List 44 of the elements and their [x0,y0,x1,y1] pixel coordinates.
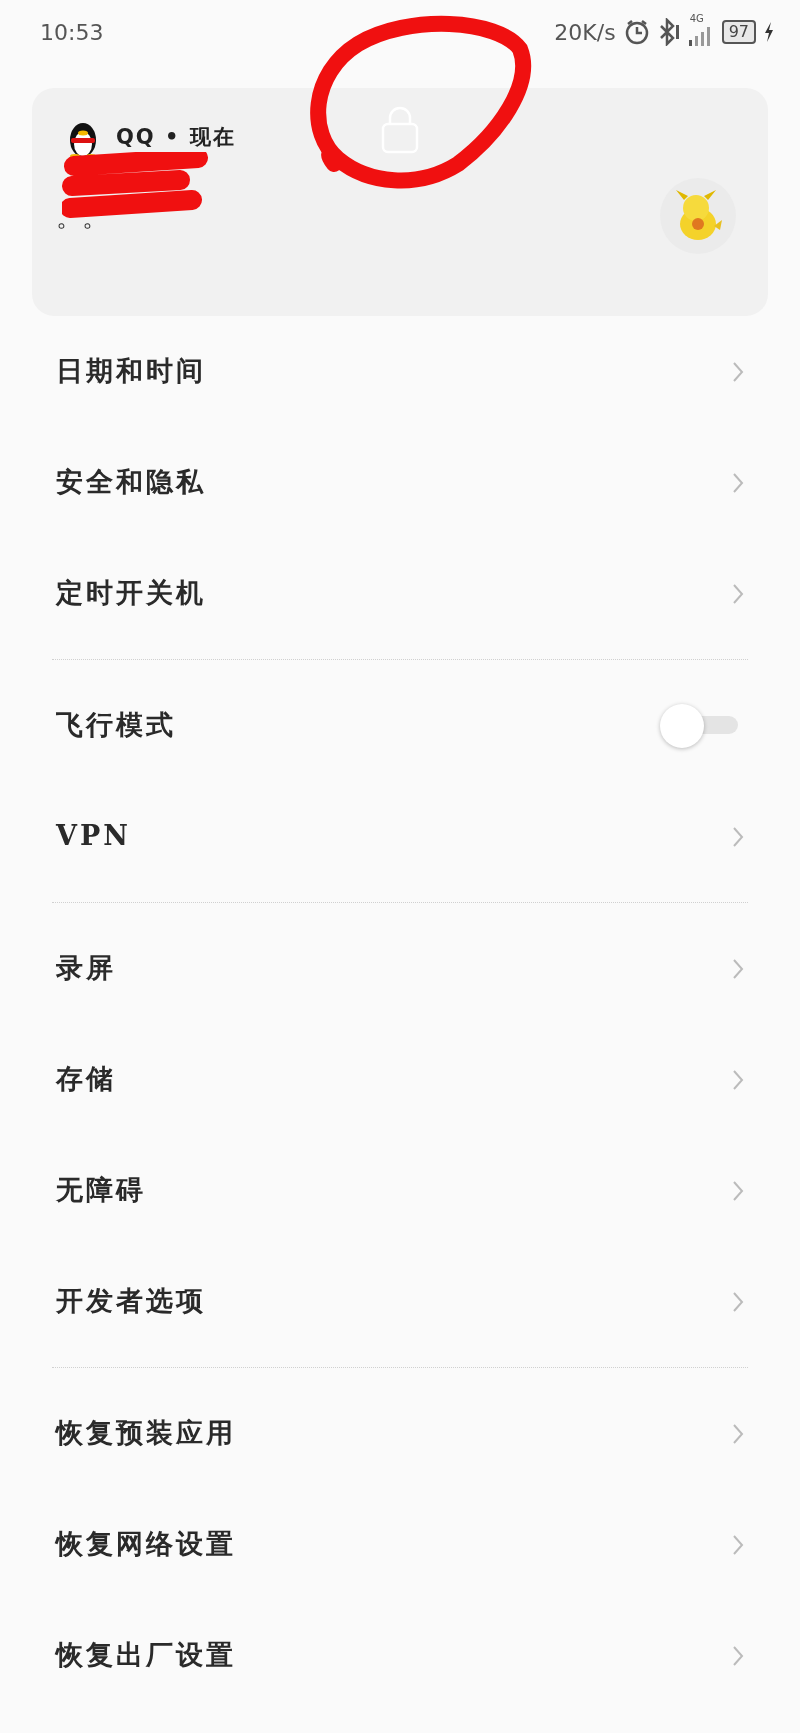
notification-card[interactable]: QQ • 现在 。。 [32,88,768,316]
notification-header: QQ • 现在 [116,124,236,152]
row-label: 无障碍 [56,1173,146,1208]
chevron-right-icon [732,360,744,383]
charging-icon [764,22,774,42]
chevron-right-icon [732,957,744,980]
settings-row[interactable]: 恢复网络设置 [0,1489,800,1600]
settings-row[interactable]: 开发者选项 [0,1246,800,1357]
chevron-right-icon [732,1422,744,1445]
settings-row[interactable]: 无障碍 [0,1135,800,1246]
settings-row[interactable]: 日期和时间 [0,316,800,427]
row-label: 恢复网络设置 [56,1527,236,1562]
chevron-right-icon [732,1290,744,1313]
clock-time: 10:53 [40,18,104,47]
settings-row[interactable]: 飞行模式 [0,670,800,781]
row-label: 飞行模式 [56,708,176,743]
row-label: 定时开关机 [56,576,206,611]
settings-row[interactable]: 恢复预装应用 [0,1378,800,1489]
chevron-right-icon [732,1179,744,1202]
chevron-right-icon [732,1533,744,1556]
notification-message: 。。 [56,201,108,234]
settings-row[interactable]: 存储 [0,1024,800,1135]
network-speed: 20K/s [554,18,616,47]
settings-row[interactable]: 录屏 [0,913,800,1024]
row-label: 录屏 [56,951,116,986]
row-label: 日期和时间 [56,354,206,389]
chevron-right-icon [732,1068,744,1091]
chevron-right-icon [732,582,744,605]
settings-row[interactable]: 定时开关机 [0,538,800,649]
chevron-right-icon [732,1644,744,1667]
alarm-icon [623,19,650,45]
row-label: 恢复出厂设置 [56,1638,236,1673]
battery-icon: 97 [721,20,756,44]
row-label: 开发者选项 [56,1284,206,1319]
settings-row[interactable]: 恢复出厂设置 [0,1600,800,1711]
row-label: 安全和隐私 [56,465,206,500]
bluetooth-icon [657,18,680,46]
settings-row[interactable]: 安全和隐私 [0,427,800,538]
row-label: 存储 [56,1062,116,1097]
row-label: 恢复预装应用 [56,1416,236,1451]
settings-row[interactable]: VPN [0,781,800,892]
chevron-right-icon [732,825,744,848]
row-label: VPN [56,819,131,854]
chevron-right-icon [732,471,744,494]
